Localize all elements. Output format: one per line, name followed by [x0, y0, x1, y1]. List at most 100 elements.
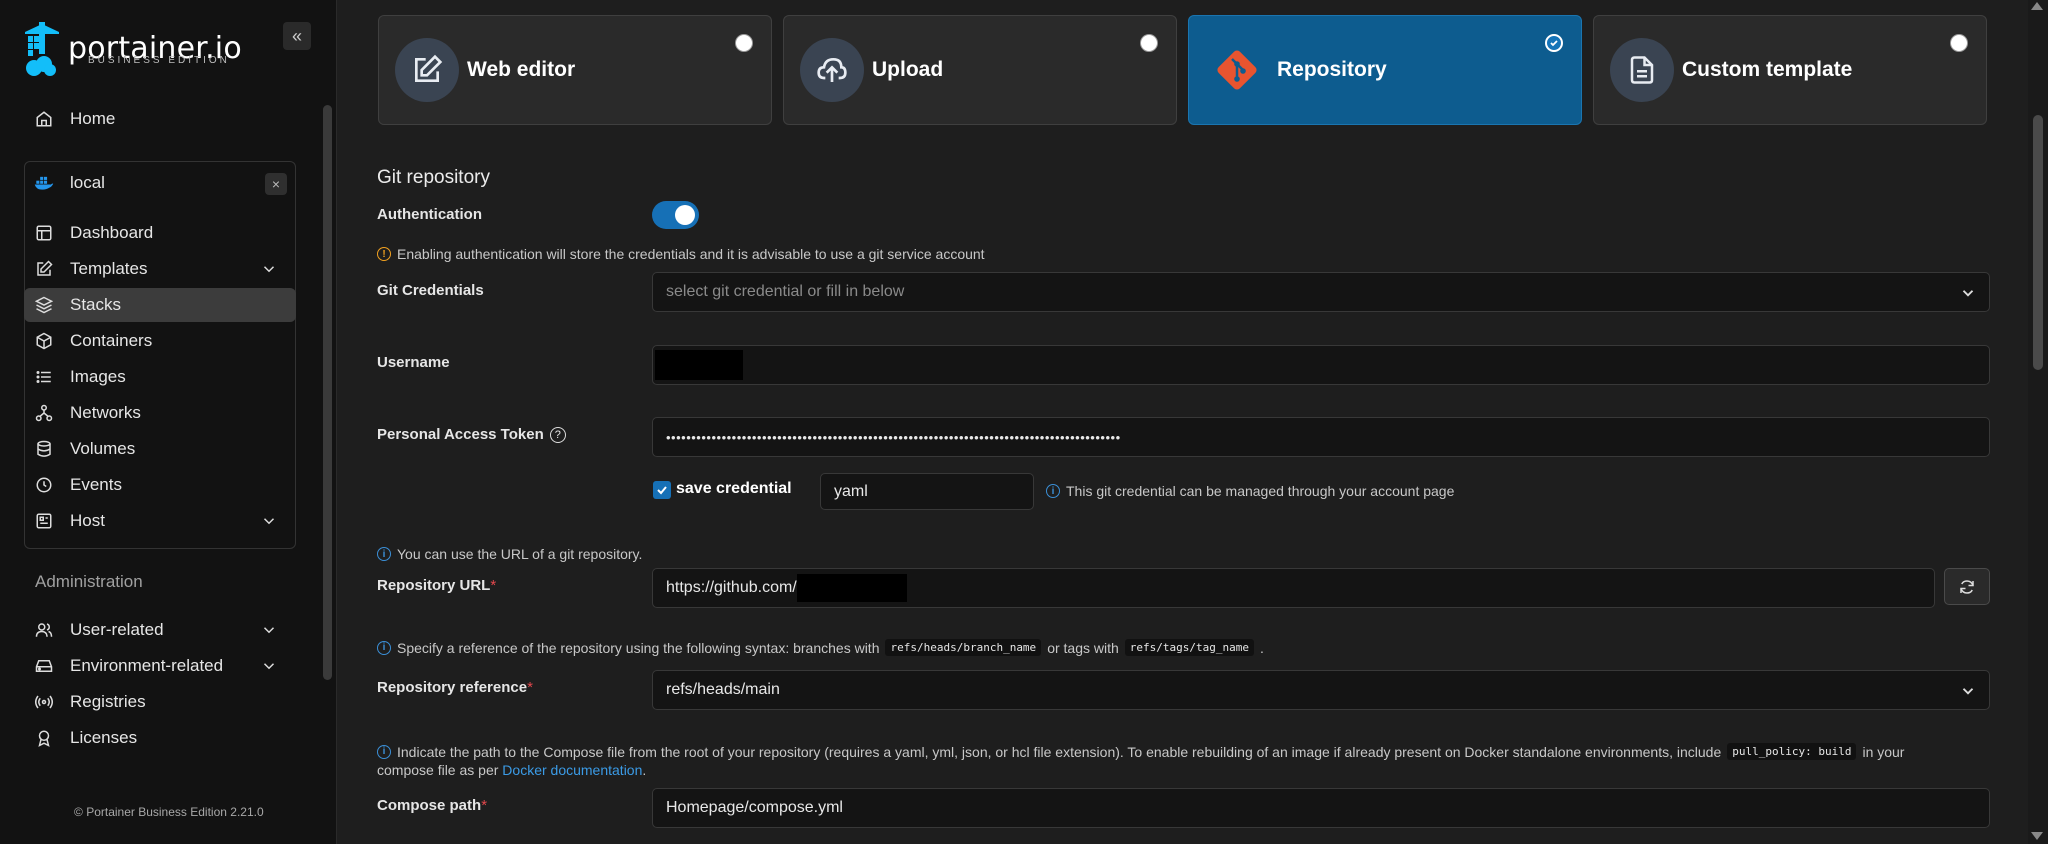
sidebar-item-volumes[interactable]: Volumes: [24, 432, 296, 466]
refresh-icon: [1960, 579, 1974, 594]
award-icon: [34, 728, 54, 748]
url-note: i You can use the URL of a git repositor…: [377, 546, 642, 562]
compose-note-line1: i Indicate the path to the Compose file …: [377, 743, 1904, 760]
collapse-sidebar-button[interactable]: «: [283, 22, 311, 50]
compose-note-post: in your: [1862, 743, 1905, 760]
reference-note: i Specify a reference of the repository …: [377, 639, 1264, 656]
sidebar-item-events[interactable]: Events: [24, 468, 296, 502]
credential-name-value: yaml: [834, 482, 868, 500]
credential-name-field[interactable]: yaml: [820, 473, 1034, 510]
users-icon: [34, 620, 54, 640]
sidebar-scrollbar[interactable]: [323, 105, 332, 680]
sidebar-item-environment-related[interactable]: Environment-related: [24, 649, 296, 683]
sidebar-item-home[interactable]: Home: [24, 102, 296, 136]
sidebar-item-host[interactable]: Host: [24, 504, 296, 538]
method-radio[interactable]: [1140, 34, 1158, 52]
sidebar-item-templates[interactable]: Templates: [24, 252, 296, 286]
sidebar-item-label: Registries: [70, 692, 146, 711]
sidebar-item-user-related[interactable]: User-related: [24, 613, 296, 647]
info-icon: i: [377, 640, 391, 655]
refresh-button[interactable]: [1944, 568, 1990, 605]
main-scrollbar[interactable]: [2028, 0, 2048, 844]
scroll-down-arrow-icon[interactable]: [2031, 832, 2043, 840]
method-radio[interactable]: [735, 34, 753, 52]
radio-icon: [34, 692, 54, 712]
sidebar-item-label: Templates: [70, 259, 148, 278]
auth-warning-text: Enabling authentication will store the c…: [397, 246, 985, 262]
sidebar-item-label: Containers: [70, 331, 153, 350]
method-custom-template-card[interactable]: Custom template: [1593, 15, 1987, 125]
chevron-down-icon: [1959, 284, 1977, 302]
authentication-toggle[interactable]: [652, 201, 699, 229]
sidebar-item-label: Dashboard: [70, 223, 154, 242]
git-icon: [1205, 38, 1269, 102]
list-icon: [34, 367, 54, 387]
method-label: Custom template: [1682, 58, 1853, 81]
version-text: Portainer Business Edition 2.21.0: [86, 805, 264, 819]
sidebar-item-containers[interactable]: Containers: [24, 324, 296, 358]
compose-path-value: Homepage/compose.yml: [666, 799, 843, 816]
copyright-icon: ©: [74, 805, 87, 819]
logo-subtitle: BUSINESS EDITION: [88, 55, 230, 66]
host-icon: [34, 511, 54, 531]
chevron-down-icon: [260, 657, 278, 675]
method-radio[interactable]: [1950, 34, 1968, 52]
git-credentials-select[interactable]: select git credential or fill in below: [652, 272, 1990, 312]
compose-note-line2: compose file as per Docker documentation…: [377, 762, 646, 778]
reference-note-end: .: [1260, 639, 1264, 656]
sidebar-item-networks[interactable]: Networks: [24, 396, 296, 430]
method-label: Repository: [1277, 58, 1387, 81]
sidebar-item-stacks[interactable]: Stacks: [24, 288, 296, 322]
git-credentials-label: Git Credentials: [377, 282, 484, 299]
edit-icon: [395, 38, 459, 102]
chevron-down-icon: [260, 260, 278, 278]
save-credential-label: save credential: [676, 480, 792, 497]
portainer-logo-icon: [22, 22, 62, 76]
info-icon: i: [1046, 484, 1060, 498]
info-icon: i: [377, 744, 391, 759]
close-environment-button[interactable]: ×: [265, 173, 287, 195]
box-icon: [34, 331, 54, 351]
pat-field[interactable]: ••••••••••••••••••••••••••••••••••••••••…: [652, 417, 1990, 457]
repository-url-field[interactable]: https://github.com/: [652, 568, 1935, 608]
reference-note-text: Specify a reference of the repository us…: [397, 639, 880, 656]
sidebar-item-label: User-related: [70, 620, 164, 639]
docker-icon: [34, 173, 54, 193]
info-icon: i: [377, 547, 391, 561]
version-footer: © Portainer Business Edition 2.21.0: [74, 805, 264, 819]
repository-url-label: Repository URL*: [377, 577, 496, 594]
clock-icon: [34, 475, 54, 495]
section-title: Git repository: [377, 167, 490, 188]
code-tag-syntax: refs/tags/tag_name: [1124, 639, 1254, 656]
environment-name: local: [70, 173, 105, 192]
sidebar-item-label: Events: [70, 475, 122, 494]
sidebar-item-dashboard[interactable]: Dashboard: [24, 216, 296, 250]
method-web-editor-card[interactable]: Web editor: [378, 15, 772, 125]
portainer-logo[interactable]: portainer.io: [22, 22, 242, 76]
repository-url-value: https://github.com/: [666, 579, 797, 596]
auth-warning-note: ! Enabling authentication will store the…: [377, 246, 985, 262]
help-icon[interactable]: ?: [549, 426, 566, 443]
credential-note-text: This git credential can be managed throu…: [1066, 483, 1455, 499]
docker-documentation-link[interactable]: Docker documentation: [502, 762, 642, 778]
compose-path-field[interactable]: Homepage/compose.yml: [652, 788, 1990, 828]
administration-heading: Administration: [35, 572, 143, 591]
method-repository-card[interactable]: Repository: [1188, 15, 1582, 125]
sidebar-item-images[interactable]: Images: [24, 360, 296, 394]
compose-path-label-text: Compose path: [377, 797, 482, 814]
environment-local[interactable]: local: [24, 166, 296, 200]
scroll-up-arrow-icon[interactable]: [2031, 2, 2043, 10]
main-scrollbar-thumb[interactable]: [2033, 115, 2043, 370]
username-field[interactable]: [652, 345, 1990, 385]
redacted-repository: [796, 574, 907, 602]
save-credential-checkbox[interactable]: [653, 481, 671, 499]
sidebar-item-licenses[interactable]: Licenses: [24, 721, 296, 755]
repository-url-label-text: Repository URL: [377, 577, 491, 594]
pat-value: ••••••••••••••••••••••••••••••••••••••••…: [666, 429, 1121, 445]
method-upload-card[interactable]: Upload: [783, 15, 1177, 125]
compose-note-line2-text: compose file as per: [377, 762, 499, 778]
repository-reference-select[interactable]: refs/heads/main: [652, 670, 1990, 710]
repository-reference-value: refs/heads/main: [666, 681, 780, 698]
sidebar-item-registries[interactable]: Registries: [24, 685, 296, 719]
method-radio-checked[interactable]: [1545, 34, 1563, 52]
